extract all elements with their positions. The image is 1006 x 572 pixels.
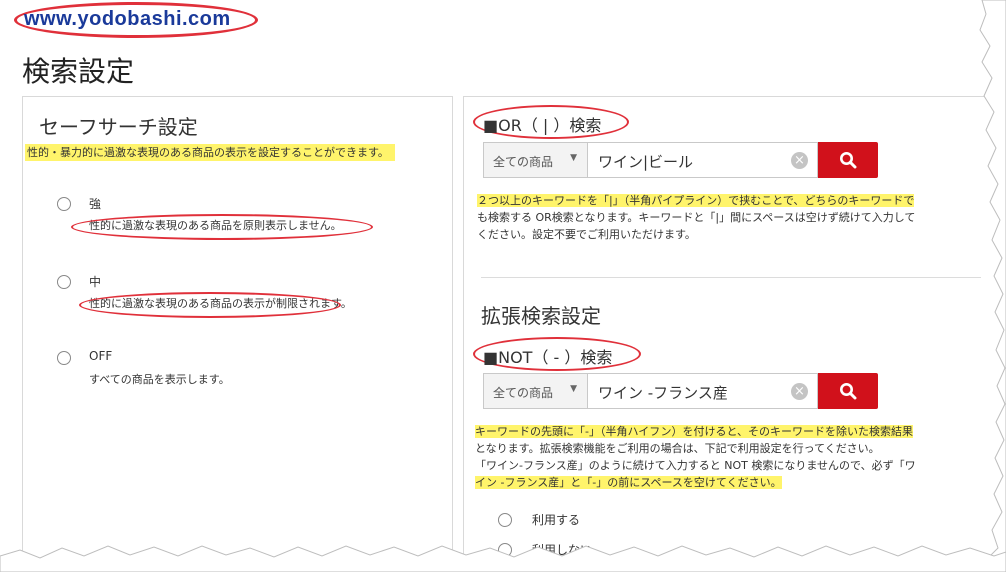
not-search-note: キーワードの先頭に「-」（半角ハイフン）を付けると、そのキーワードを除いた検索結… — [475, 423, 916, 491]
radio-button[interactable] — [498, 543, 512, 557]
clear-icon[interactable]: × — [791, 383, 808, 400]
safe-search-panel: セーフサーチ設定 性的・暴力的に過激な表現のある商品の表示を設定することができま… — [22, 96, 453, 572]
extended-search-title: 拡張検索設定 — [481, 304, 601, 328]
option-label: 強 — [89, 197, 102, 211]
page-title: 検索設定 — [22, 55, 135, 88]
category-select[interactable]: 全ての商品 ▼ — [483, 142, 587, 178]
chevron-down-icon: ▼ — [570, 153, 577, 163]
radio-button[interactable] — [57, 351, 71, 365]
not-search-title: ■NOT（ - ）検索 — [483, 348, 613, 367]
or-search-title: ■OR（ | ）検索 — [483, 116, 602, 135]
radio-button[interactable] — [57, 197, 71, 211]
search-input[interactable]: ワイン|ビール × — [587, 142, 818, 178]
search-query: ワイン|ビール — [598, 153, 694, 171]
search-button[interactable] — [818, 142, 878, 178]
option-label: 利用する — [532, 513, 581, 527]
category-select[interactable]: 全ての商品 ▼ — [483, 373, 587, 409]
note-line: キーワードの先頭に「-」（半角ハイフン）を付けると、そのキーワードを除いた検索結… — [475, 425, 914, 438]
option-description: すべての商品を表示します。 — [89, 373, 230, 386]
safe-search-description: 性的・暴力的に過激な表現のある商品の表示を設定することができます。 — [25, 144, 395, 161]
note-line: となります。拡張検索機能をご利用の場合は、下記で利用設定を行ってください。 — [475, 442, 880, 455]
note-line: も検索する OR検索となります。キーワードと「|」間にスペースは空けず続けて入力… — [477, 211, 916, 224]
radio-button[interactable] — [57, 275, 71, 289]
search-button[interactable] — [818, 373, 878, 409]
chevron-down-icon: ▼ — [570, 384, 577, 394]
not-search-box: 全ての商品 ▼ ワイン -フランス産 × — [483, 373, 878, 409]
search-input[interactable]: ワイン -フランス産 × — [587, 373, 818, 409]
note-line: ２つ以上のキーワードを「|」（半角パイプライン）で挟むことで、どちらのキーワード… — [477, 194, 915, 207]
search-icon — [840, 152, 857, 169]
annotation-ellipse — [71, 214, 373, 240]
category-value: 全ての商品 — [493, 155, 554, 169]
search-settings-panel: ■OR（ | ）検索 全ての商品 ▼ ワイン|ビール × ２つ以上のキーワードを… — [463, 96, 1006, 572]
option-label: OFF — [89, 349, 113, 363]
note-line: 「ワイン-フランス産」のように続けて入力すると NOT 検索になりませんので、必… — [475, 459, 916, 472]
annotation-ellipse — [79, 292, 341, 318]
category-value: 全ての商品 — [493, 386, 554, 400]
or-search-box: 全ての商品 ▼ ワイン|ビール × — [483, 142, 878, 178]
note-line: イン -フランス産」と「-」の前にスペースを空けてください。 — [475, 476, 782, 489]
radio-button[interactable] — [498, 513, 512, 527]
note-line: ください。設定不要でご利用いただけます。 — [477, 228, 696, 241]
divider — [481, 277, 981, 278]
search-icon — [840, 383, 857, 400]
search-query: ワイン -フランス産 — [598, 384, 728, 402]
logo[interactable]: www.yodobashi.com — [24, 8, 231, 31]
or-search-note: ２つ以上のキーワードを「|」（半角パイプライン）で挟むことで、どちらのキーワード… — [477, 192, 915, 243]
logo-annotation: www.yodobashi.com — [14, 2, 258, 38]
clear-icon[interactable]: × — [791, 152, 808, 169]
safe-search-title: セーフサーチ設定 — [39, 115, 198, 139]
option-label: 利用しない — [532, 543, 593, 557]
option-label: 中 — [89, 275, 102, 289]
